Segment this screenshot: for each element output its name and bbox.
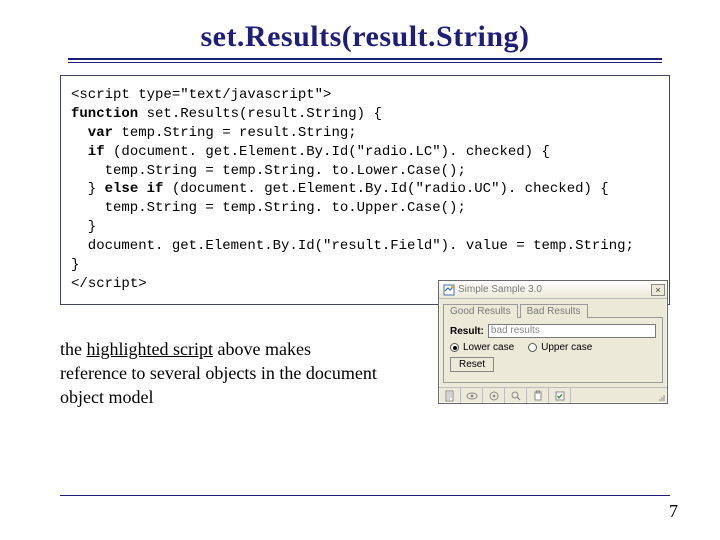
- app-icon: [443, 284, 455, 296]
- demo-tabs: Good Results Bad Results: [439, 299, 667, 317]
- radio-lower-label: Lower case: [463, 342, 514, 353]
- code-line: }: [71, 219, 96, 235]
- divider-thin: [68, 62, 662, 63]
- status-todo-icon: [549, 388, 571, 403]
- code-block: <script type="text/javascript"> function…: [60, 75, 670, 305]
- code-line: document. get.Element.By.Id("result.Fiel…: [71, 238, 634, 254]
- reset-button[interactable]: Reset: [450, 357, 494, 372]
- code-text: (document. get.Element.By.Id("radio.UC")…: [163, 181, 608, 197]
- code-keyword: function: [71, 106, 138, 122]
- code-text: (document. get.Element.By.Id("radio.LC")…: [105, 144, 550, 160]
- status-eye-icon: [461, 388, 483, 403]
- code-line: temp.String = temp.String. to.Lower.Case…: [71, 163, 466, 179]
- code-text: temp.String = result.String;: [113, 125, 357, 141]
- code-keyword: var: [71, 125, 113, 141]
- demo-window: Simple Sample 3.0 × Good Results Bad Res…: [438, 280, 668, 404]
- tab-bad-results[interactable]: Bad Results: [520, 304, 588, 318]
- divider-thick: [68, 58, 662, 60]
- status-zoom-icon: [505, 388, 527, 403]
- demo-panel: Result: bad results Lower case Upper cas…: [443, 317, 663, 383]
- caption-highlight: highlighted script: [87, 339, 213, 359]
- demo-statusbar: [439, 387, 667, 403]
- radio-upper-label: Upper case: [541, 342, 592, 353]
- footer-divider: [60, 495, 670, 496]
- status-clipboard-icon: [527, 388, 549, 403]
- code-line: <script type="text/javascript">: [71, 87, 331, 103]
- resize-grip-icon[interactable]: [653, 388, 667, 403]
- caption-text: the highlighted script above makes refer…: [60, 337, 380, 410]
- tab-good-results[interactable]: Good Results: [443, 304, 518, 318]
- close-button[interactable]: ×: [651, 284, 665, 296]
- status-document-icon: [439, 388, 461, 403]
- demo-window-title: Simple Sample 3.0: [458, 284, 542, 295]
- slide-title: set.Results(result.String): [60, 20, 670, 54]
- status-circle-icon: [483, 388, 505, 403]
- code-keyword: if: [71, 144, 105, 160]
- demo-titlebar: Simple Sample 3.0 ×: [439, 281, 667, 299]
- page-number: 7: [669, 501, 678, 522]
- code-text: </: [71, 276, 88, 292]
- code-keyword: else if: [105, 181, 164, 197]
- radio-lower-case[interactable]: [450, 343, 459, 352]
- result-field[interactable]: bad results: [488, 324, 656, 338]
- radio-upper-case[interactable]: [528, 343, 537, 352]
- caption-pre: the: [60, 339, 87, 359]
- code-text: }: [71, 181, 105, 197]
- code-line: temp.String = temp.String. to.Upper.Case…: [71, 200, 466, 216]
- code-line: }: [71, 257, 79, 273]
- result-label: Result:: [450, 326, 484, 337]
- code-text: set.Results(result.String) {: [138, 106, 382, 122]
- status-spacer: [571, 388, 653, 403]
- code-text: script>: [88, 276, 147, 292]
